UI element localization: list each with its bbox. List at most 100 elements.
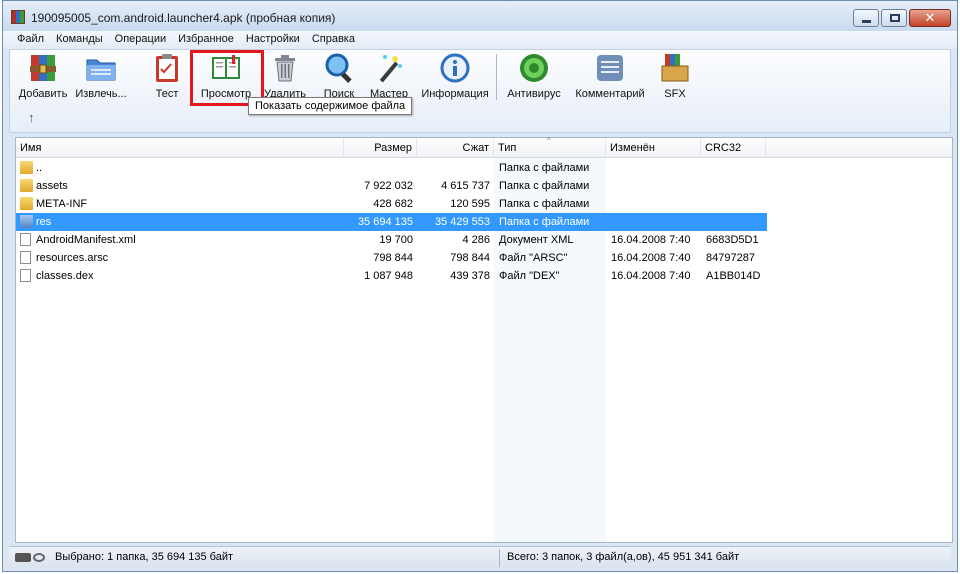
menu-settings[interactable]: Настройки — [240, 31, 306, 49]
sfx-button[interactable]: SFX — [652, 52, 698, 104]
file-size: 428 682 — [373, 198, 413, 210]
file-packed: 35 429 553 — [434, 216, 490, 228]
file-packed: 798 844 — [450, 252, 490, 264]
close-button[interactable]: ✕ — [909, 9, 951, 27]
file-crc: A1BB014D — [706, 270, 761, 282]
column-size[interactable]: Размер — [344, 138, 417, 158]
test-button[interactable]: Тест — [142, 52, 192, 104]
file-modified: 16.04.2008 7:40 — [611, 270, 691, 282]
file-modified: 16.04.2008 7:40 — [611, 234, 691, 246]
file-size: 35 694 135 — [357, 216, 413, 228]
file-name: .. — [36, 162, 43, 174]
status-bar: Выбрано: 1 папка, 35 694 135 байт Всего:… — [9, 546, 951, 568]
test-clipboard-icon — [151, 52, 183, 84]
file-size: 1 087 948 — [364, 270, 413, 282]
file-modified: 16.04.2008 7:40 — [611, 252, 691, 264]
extract-folder-icon — [85, 52, 117, 84]
maximize-icon — [890, 14, 900, 22]
file-type: Папка с файлами — [499, 180, 590, 192]
drive-icon[interactable] — [15, 553, 31, 562]
file-row-androidmanifest[interactable]: AndroidManifest.xml 19 700 4 286 Докумен… — [16, 231, 952, 249]
antivirus-icon — [518, 52, 550, 84]
column-header: Имя Размер Сжат Тип Изменён CRC32 ^ — [16, 136, 952, 158]
comment-label: Комментарий — [575, 88, 645, 100]
status-selected: Выбрано: 1 папка, 35 694 135 байт — [55, 551, 234, 563]
view-button-tooltip: Показать содержимое файла — [248, 97, 413, 115]
info-icon — [439, 52, 471, 84]
menu-bar: Файл Команды Операции Избранное Настройк… — [3, 31, 957, 49]
extract-label: Извлечь... — [75, 88, 127, 100]
file-type: Файл "ARSC" — [499, 252, 568, 264]
file-packed: 4 615 737 — [441, 180, 490, 192]
file-name: classes.dex — [36, 270, 94, 282]
column-name[interactable]: Имя — [16, 138, 344, 158]
info-button[interactable]: Информация — [420, 52, 490, 104]
file-list: Имя Размер Сжат Тип Изменён CRC32 ^ .. П… — [15, 136, 953, 543]
menu-commands[interactable]: Команды — [50, 31, 109, 49]
file-packed: 4 286 — [462, 234, 490, 246]
file-name: res — [36, 216, 52, 228]
antivirus-label: Антивирус — [507, 88, 561, 100]
column-crc32[interactable]: CRC32 — [701, 138, 766, 158]
file-rows: .. Папка с файлами assets 7 922 032 4 61… — [16, 159, 952, 285]
column-packed[interactable]: Сжат — [417, 138, 494, 158]
file-icon — [20, 251, 31, 264]
maximize-button[interactable] — [881, 9, 907, 27]
file-row-res-selected[interactable]: res 35 694 135 35 429 553 Папка с файлам… — [16, 213, 767, 231]
add-archive-icon — [27, 52, 59, 84]
file-name: META-INF — [36, 198, 88, 210]
file-packed: 120 595 — [450, 198, 490, 210]
add-label: Добавить — [18, 88, 68, 100]
file-packed: 439 378 — [450, 270, 490, 282]
toolbar: Добавить Извлечь... Тест Просмотр Удалит… — [9, 49, 951, 133]
column-modified[interactable]: Изменён — [606, 138, 701, 158]
test-label: Тест — [155, 88, 179, 100]
menu-favorites[interactable]: Избранное — [172, 31, 240, 49]
winrar-app-icon[interactable] — [11, 10, 25, 24]
file-type: Документ XML — [499, 234, 574, 246]
folder-icon — [20, 179, 33, 192]
search-magnifier-icon — [323, 52, 355, 84]
file-row-assets[interactable]: assets 7 922 032 4 615 737 Папка с файла… — [16, 177, 952, 195]
file-name: assets — [36, 180, 68, 192]
folder-icon — [20, 215, 33, 228]
info-label: Информация — [421, 88, 489, 100]
xml-file-icon — [20, 233, 31, 246]
window-title: 190095005_com.android.launcher4.apk (про… — [31, 11, 336, 25]
file-type: Папка с файлами — [499, 216, 590, 228]
file-name: AndroidManifest.xml — [36, 234, 136, 246]
minimize-icon — [862, 20, 871, 23]
close-icon: ✕ — [924, 10, 936, 25]
minimize-button[interactable] — [853, 9, 879, 27]
add-button[interactable]: Добавить — [18, 52, 68, 104]
file-type: Папка с файлами — [499, 198, 590, 210]
menu-operations[interactable]: Операции — [109, 31, 172, 49]
file-row-parent[interactable]: .. Папка с файлами — [16, 159, 952, 177]
file-icon — [20, 269, 31, 282]
toolbar-separator — [496, 54, 497, 100]
title-bar[interactable]: 190095005_com.android.launcher4.apk (про… — [3, 1, 957, 31]
antivirus-button[interactable]: Антивирус — [504, 52, 564, 104]
key-icon[interactable] — [33, 553, 45, 562]
sort-ascending-icon: ^ — [547, 136, 551, 145]
file-row-resources-arsc[interactable]: resources.arsc 798 844 798 844 Файл "ARS… — [16, 249, 952, 267]
comment-button[interactable]: Комментарий — [572, 52, 648, 104]
file-row-meta-inf[interactable]: META-INF 428 682 120 595 Папка с файлами — [16, 195, 952, 213]
extract-button[interactable]: Извлечь... — [72, 52, 130, 104]
menu-help[interactable]: Справка — [306, 31, 361, 49]
file-crc: 84797287 — [706, 252, 755, 264]
file-row-classes-dex[interactable]: classes.dex 1 087 948 439 378 Файл "DEX"… — [16, 267, 952, 285]
folder-icon — [20, 161, 33, 174]
up-folder-icon[interactable]: ↑ — [28, 110, 35, 125]
sfx-box-icon — [659, 52, 691, 84]
wizard-wand-icon — [373, 52, 405, 84]
winrar-window: 190095005_com.android.launcher4.apk (про… — [2, 0, 958, 572]
sfx-label: SFX — [664, 88, 686, 100]
file-type: Файл "DEX" — [499, 270, 560, 282]
folder-icon — [20, 197, 33, 210]
menu-file[interactable]: Файл — [11, 31, 50, 49]
file-size: 798 844 — [373, 252, 413, 264]
comment-icon — [594, 52, 626, 84]
status-total: Всего: 3 папок, 3 файл(а,ов), 45 951 341… — [507, 551, 740, 563]
status-divider — [499, 549, 500, 567]
